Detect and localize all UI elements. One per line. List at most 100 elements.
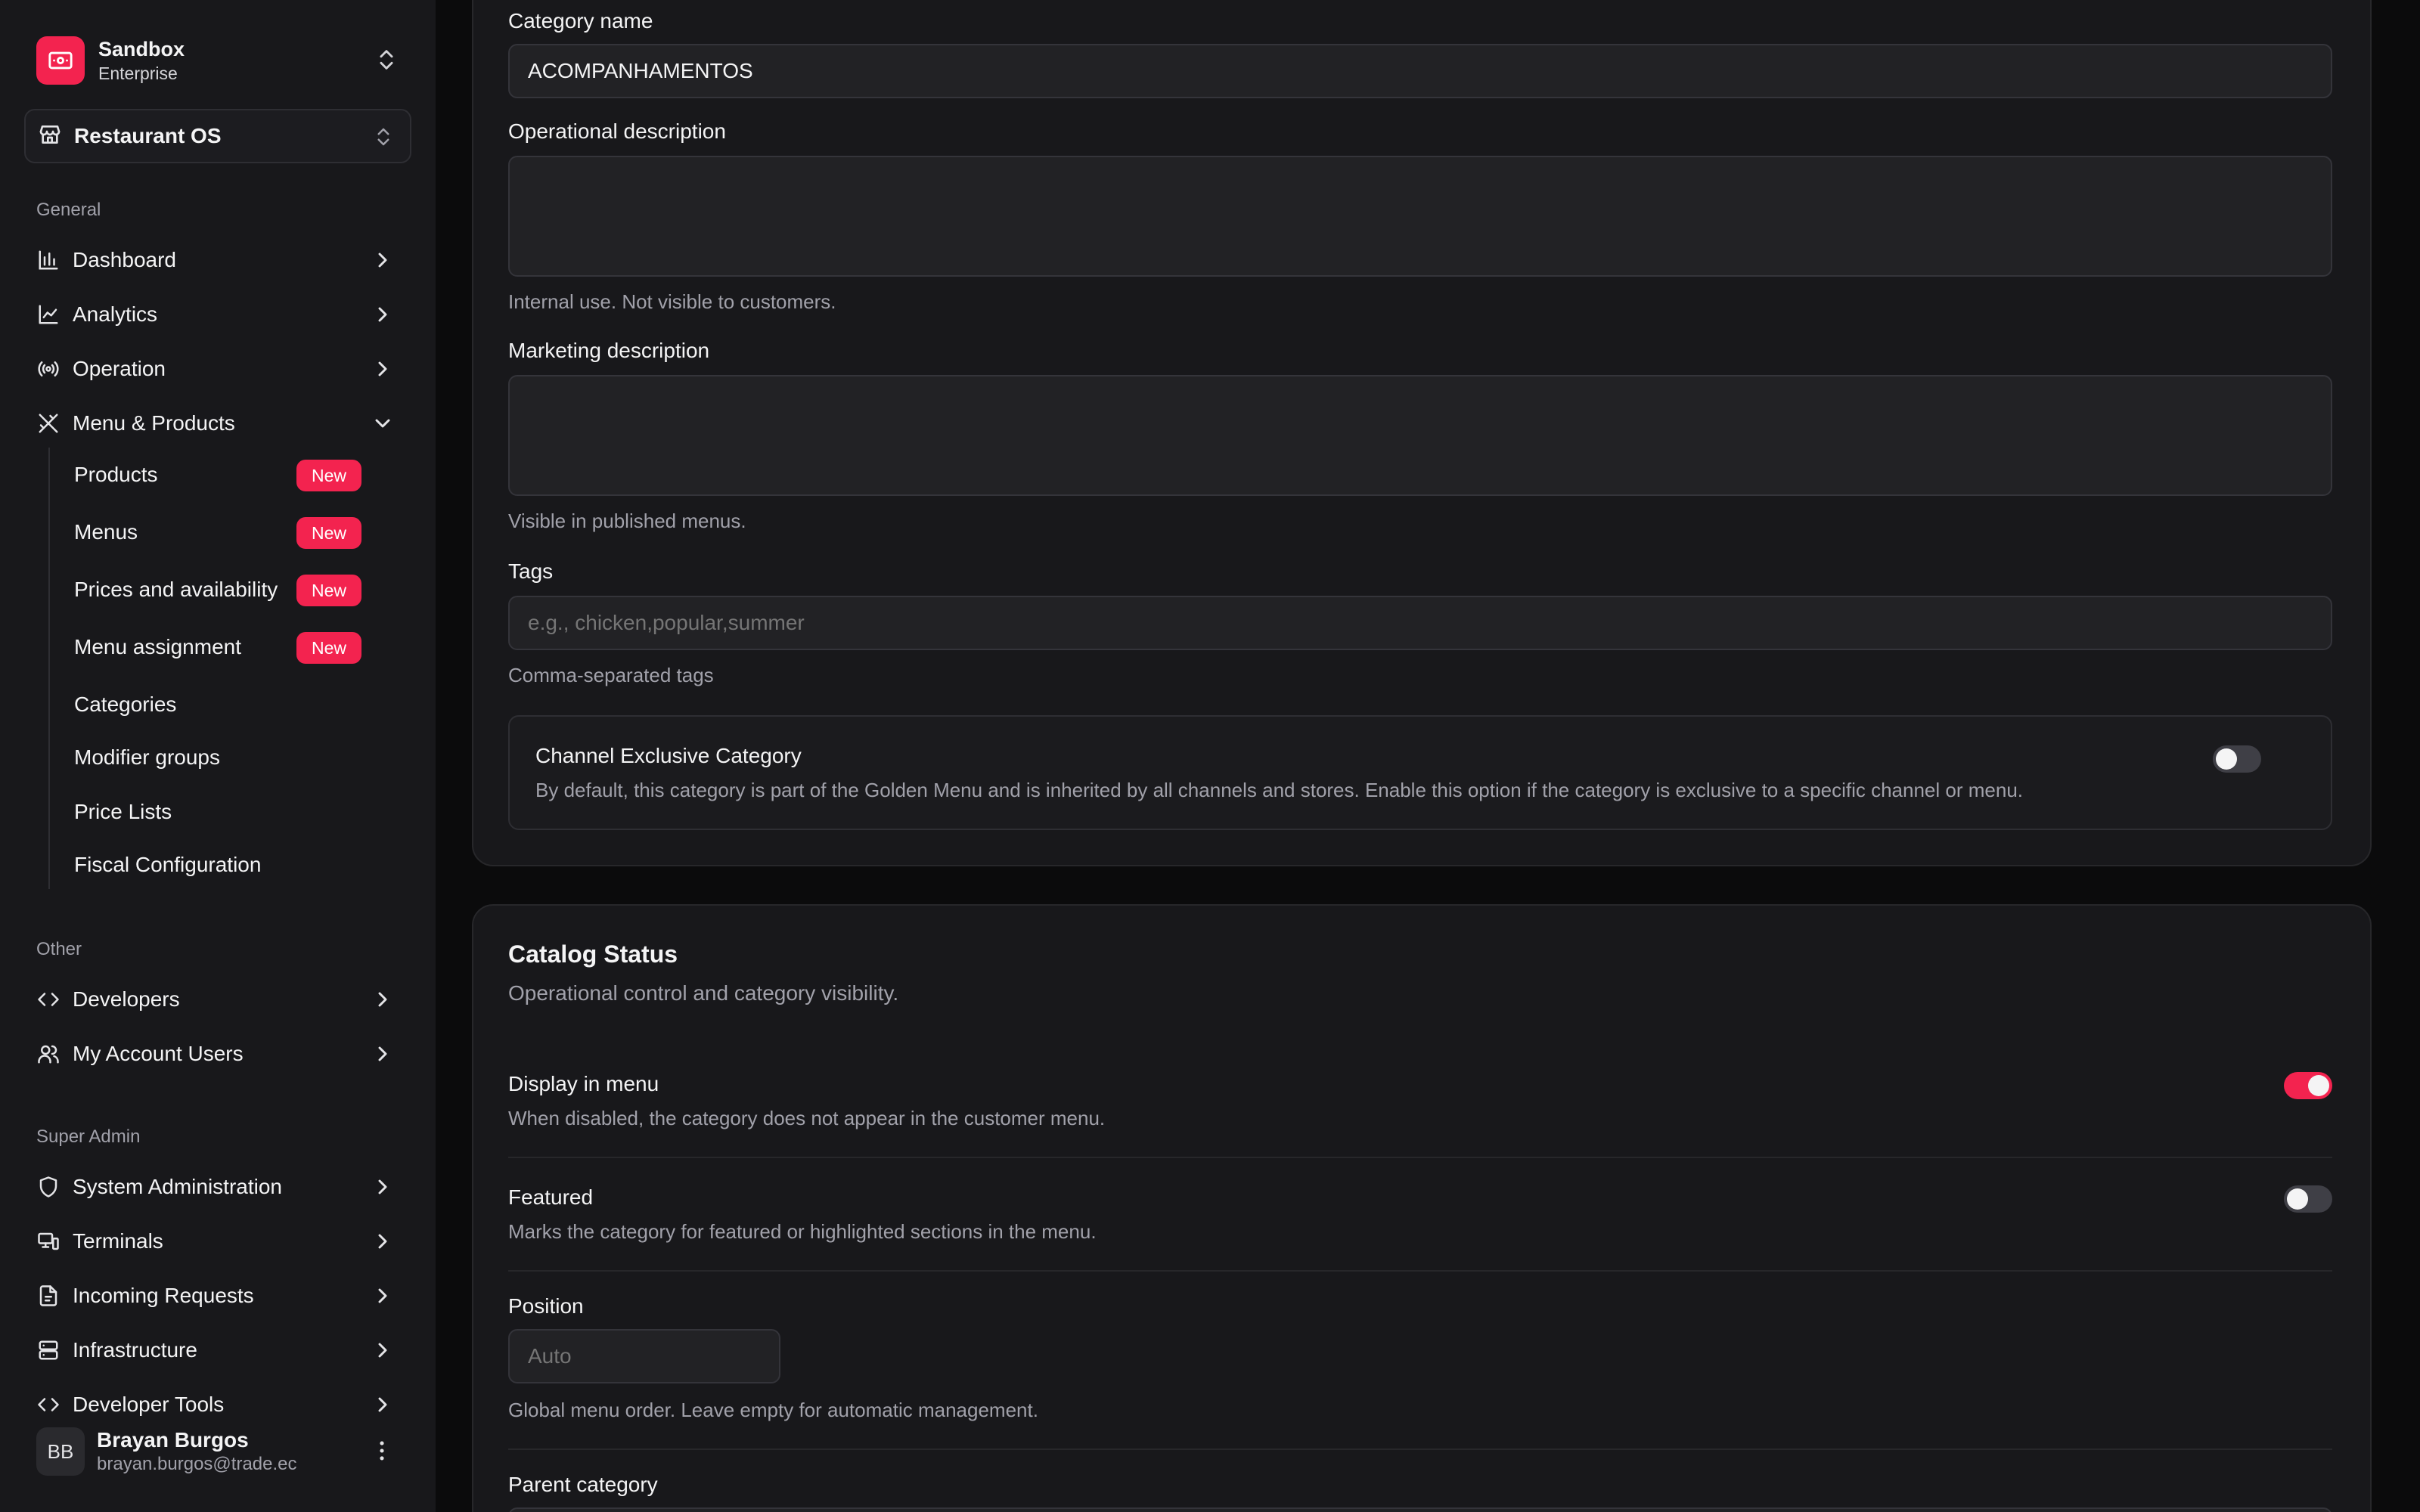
chevron-right-icon	[371, 302, 395, 330]
file-icon	[35, 1282, 62, 1309]
operational-description-help: Internal use. Not visible to customers.	[508, 290, 836, 313]
channel-exclusive-panel: Channel Exclusive Category By default, t…	[508, 715, 2332, 830]
shield-icon	[35, 1173, 62, 1201]
bar-chart-icon	[35, 246, 62, 274]
sidebar-item-terminals[interactable]: Terminals	[24, 1217, 405, 1266]
sidebar-subitem-label: Price Lists	[74, 800, 172, 823]
sidebar-subitem-label: Menu assignment	[74, 635, 242, 658]
sidebar-subitem-fiscal-configuration[interactable]: Fiscal Configuration	[60, 842, 378, 888]
server-icon	[35, 1337, 62, 1364]
tags-help: Comma-separated tags	[508, 664, 714, 686]
sidebar-subitem-categories[interactable]: Categories	[60, 682, 378, 727]
avatar: BB	[36, 1427, 85, 1476]
channel-exclusive-title: Channel Exclusive Category	[535, 744, 802, 767]
sidebar-subitem-modifier-groups[interactable]: Modifier groups	[60, 735, 378, 780]
sidebar-item-incoming-requests[interactable]: Incoming Requests	[24, 1272, 405, 1320]
sidebar-subitem-label: Categories	[74, 692, 177, 716]
sidebar-subitem-prices-availability[interactable]: Prices and availability New	[60, 567, 378, 612]
chevron-right-icon	[371, 1042, 395, 1070]
sidebar-item-operation[interactable]: Operation	[24, 345, 405, 393]
catalog-status-title: Catalog Status	[508, 940, 678, 968]
parent-category-select[interactable]	[508, 1507, 2332, 1512]
submenu-guide-line	[48, 448, 50, 889]
sidebar-item-my-account-users[interactable]: My Account Users	[24, 1030, 405, 1078]
sidebar-item-system-administration[interactable]: System Administration	[24, 1163, 405, 1211]
sidebar-subitem-products[interactable]: Products New	[60, 452, 378, 497]
sidebar-subitem-label: Modifier groups	[74, 745, 220, 769]
tags-input[interactable]	[508, 596, 2332, 650]
toggle-knob	[2216, 748, 2237, 770]
sidebar-item-label: My Account Users	[73, 1042, 244, 1065]
sidebar-item-label: Developers	[73, 987, 180, 1011]
chevron-right-icon	[371, 1229, 395, 1257]
channel-exclusive-toggle[interactable]	[2213, 745, 2261, 773]
sidebar-subitem-label: Menus	[74, 520, 138, 544]
toggle-knob	[2287, 1188, 2308, 1210]
chevron-right-icon	[371, 248, 395, 276]
new-badge: New	[296, 632, 362, 664]
channel-exclusive-description: By default, this category is part of the…	[535, 779, 2023, 801]
monitor-icon	[35, 1228, 62, 1255]
category-name-label: Category name	[508, 9, 653, 33]
line-chart-icon	[35, 301, 62, 328]
group-label-general: General	[36, 200, 101, 220]
toggle-knob	[2308, 1075, 2329, 1096]
sidebar-item-label: Menu & Products	[73, 411, 235, 435]
code-icon	[35, 1391, 62, 1418]
sidebar-item-infrastructure[interactable]: Infrastructure	[24, 1326, 405, 1374]
category-name-input[interactable]	[508, 44, 2332, 98]
sidebar-subitem-price-lists[interactable]: Price Lists	[60, 789, 378, 835]
chevrons-up-down-icon	[372, 125, 395, 152]
sidebar-item-dashboard[interactable]: Dashboard	[24, 236, 405, 284]
chevron-right-icon	[371, 357, 395, 385]
divider	[508, 1270, 2332, 1272]
sidebar-item-label: Analytics	[73, 302, 158, 326]
new-badge: New	[296, 460, 362, 491]
new-badge: New	[296, 575, 362, 606]
sidebar-subitem-menus[interactable]: Menus New	[60, 510, 378, 555]
sidebar-item-developers[interactable]: Developers	[24, 975, 405, 1024]
group-label-super-admin: Super Admin	[36, 1126, 141, 1147]
operational-description-textarea[interactable]	[508, 156, 2332, 277]
featured-description: Marks the category for featured or highl…	[508, 1220, 1097, 1243]
user-email: brayan.burgos@trade.ec	[97, 1454, 297, 1474]
sidebar-subitem-menu-assignment[interactable]: Menu assignment New	[60, 624, 378, 670]
divider	[508, 1448, 2332, 1450]
position-label: Position	[508, 1294, 584, 1318]
marketing-description-label: Marketing description	[508, 339, 710, 362]
marketing-description-help: Visible in published menus.	[508, 510, 746, 532]
sidebar-item-analytics[interactable]: Analytics	[24, 290, 405, 339]
sidebar-item-label: Terminals	[73, 1229, 163, 1253]
app-window: Sandbox Enterprise Restaurant OS General…	[0, 0, 2420, 1512]
marketing-description-textarea[interactable]	[508, 375, 2332, 496]
featured-toggle[interactable]	[2284, 1185, 2332, 1213]
user-menu[interactable]: BB Brayan Burgos brayan.burgos@trade.ec	[24, 1421, 405, 1482]
parent-category-label: Parent category	[508, 1473, 658, 1496]
radio-icon	[35, 355, 62, 383]
sidebar-subitem-label: Fiscal Configuration	[74, 853, 262, 876]
featured-title: Featured	[508, 1185, 594, 1209]
chevron-right-icon	[371, 1338, 395, 1366]
utensils-icon	[35, 410, 62, 437]
sidebar-item-label: Incoming Requests	[73, 1284, 254, 1307]
ticket-icon	[36, 36, 85, 85]
team-name: Sandbox	[98, 38, 185, 60]
team-plan: Enterprise	[98, 64, 178, 83]
team-switcher[interactable]: Sandbox Enterprise	[24, 27, 405, 94]
sidebar-item-menu-products[interactable]: Menu & Products	[24, 399, 405, 448]
group-label-other: Other	[36, 939, 82, 959]
sidebar-item-label: Dashboard	[73, 248, 176, 271]
sidebar: Sandbox Enterprise Restaurant OS General…	[0, 0, 436, 1512]
users-icon	[35, 1040, 62, 1067]
display-in-menu-toggle[interactable]	[2284, 1072, 2332, 1099]
sidebar-item-label: System Administration	[73, 1175, 282, 1198]
sidebar-subitem-label: Products	[74, 463, 158, 486]
store-name: Restaurant OS	[74, 124, 222, 147]
catalog-status-subtitle: Operational control and category visibil…	[508, 981, 899, 1005]
position-input[interactable]	[508, 1329, 780, 1383]
chevrons-up-down-icon	[374, 47, 399, 76]
store-selector[interactable]: Restaurant OS	[24, 109, 411, 163]
chevron-right-icon	[371, 1175, 395, 1203]
more-vertical-icon[interactable]	[369, 1438, 395, 1467]
display-in-menu-description: When disabled, the category does not app…	[508, 1107, 1106, 1129]
